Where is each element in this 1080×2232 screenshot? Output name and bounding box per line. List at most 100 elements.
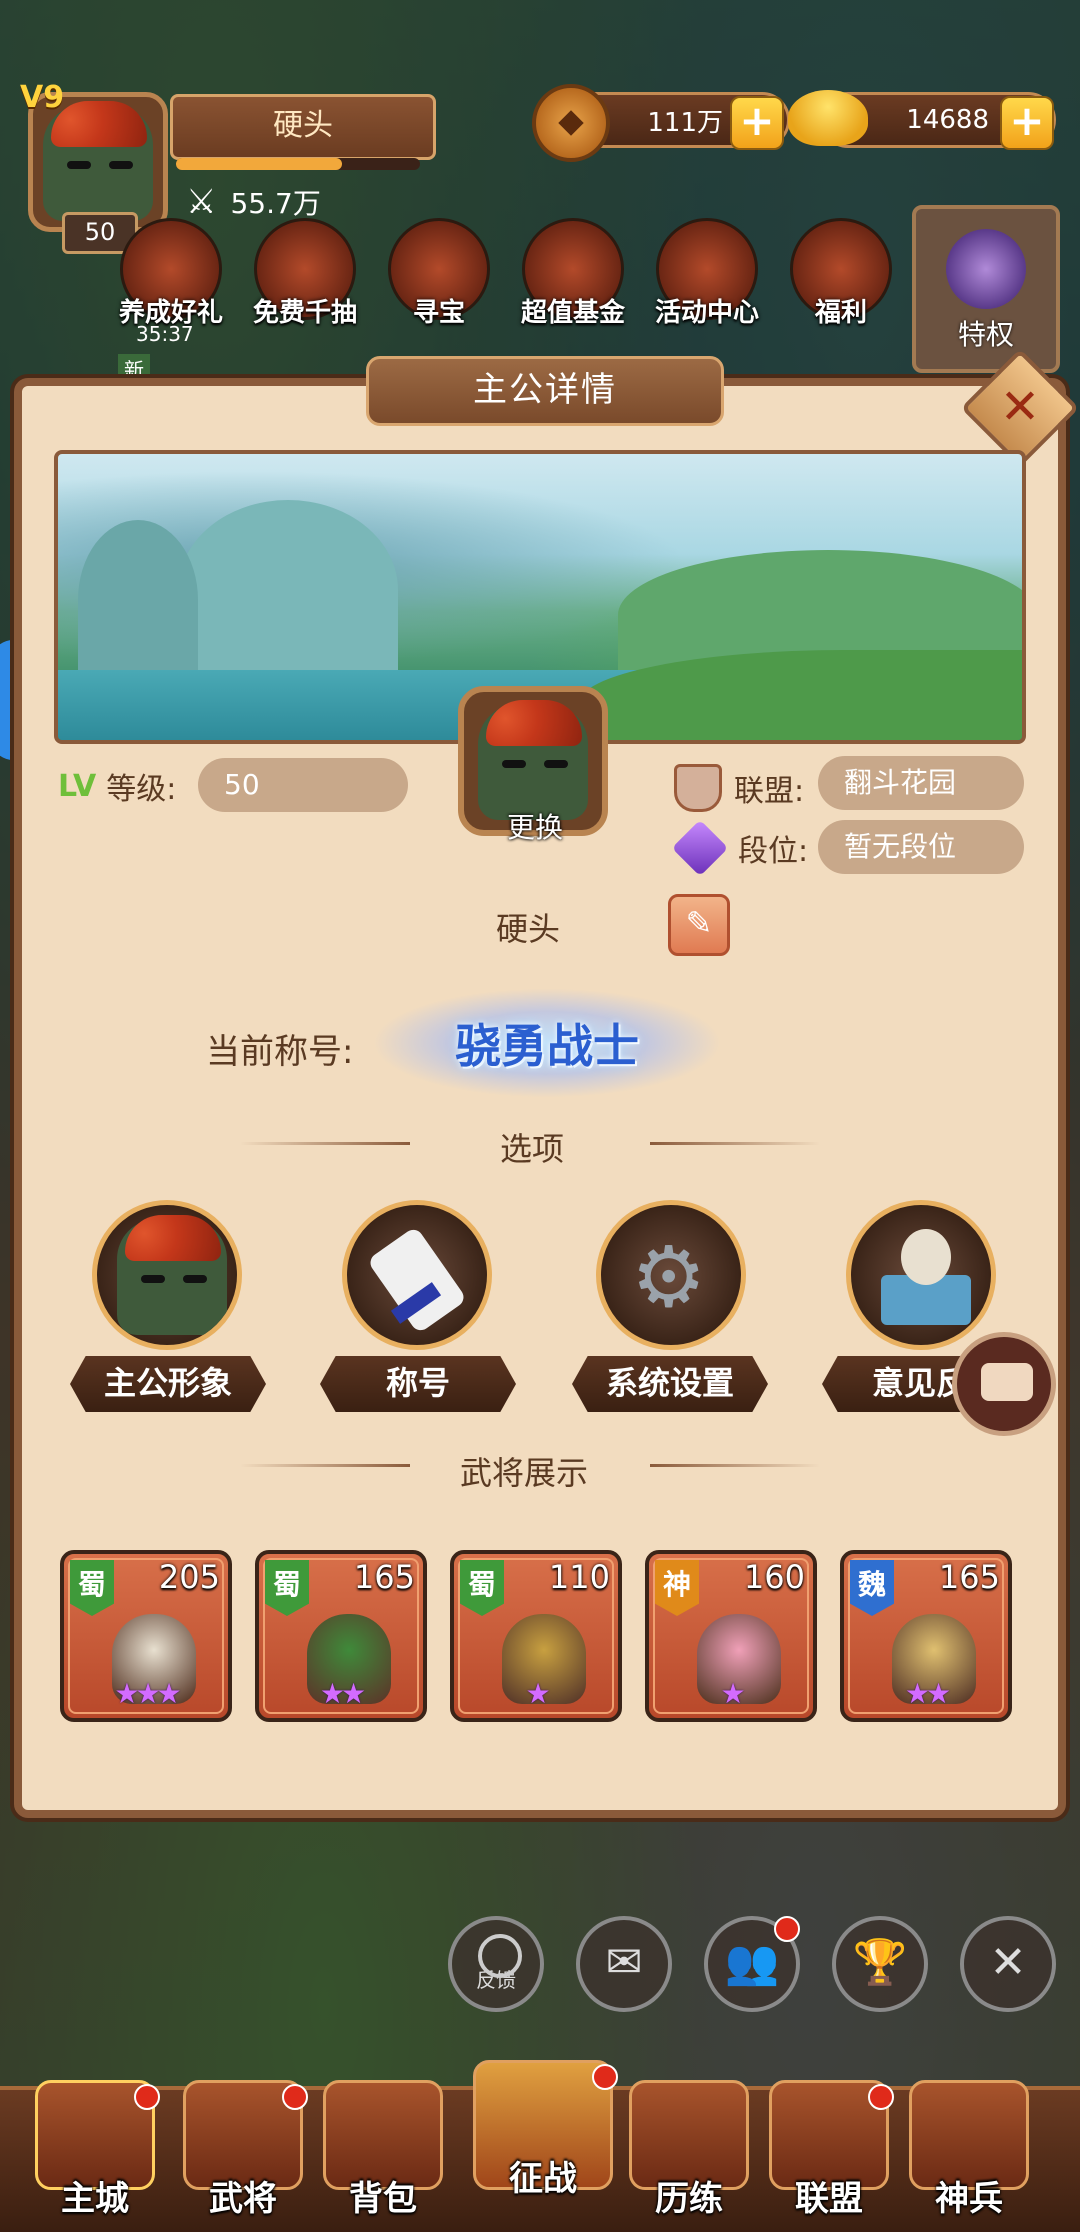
privilege-icon [946,229,1026,309]
hero-stars: ★ [720,1677,745,1710]
option-label[interactable]: 系统设置 [572,1356,768,1412]
top-button-4[interactable]: 活动中心 [644,218,770,329]
nav-label: 主城 [61,2179,129,2219]
top-button-label: 免费千抽 [252,298,357,328]
nav-backpack[interactable]: 背包 [318,2080,448,2220]
nav-alliance[interactable]: 联盟 [764,2080,894,2220]
nav-label: 历练 [655,2179,723,2219]
collapse-button[interactable]: ✕ [960,1916,1056,2012]
gold-value: 14688 [906,105,989,135]
sage-book-icon [846,1200,996,1350]
change-avatar-button[interactable]: 更换 [470,806,600,846]
mail-button[interactable]: ✉ [576,1916,672,2012]
lv-icon: LV [58,768,97,804]
copper-value: 111万 [647,107,723,138]
top-button-label: 福利 [814,298,867,328]
crossed-swords-icon: ⚔ [186,182,217,222]
options-section-title: 选项 [500,1130,565,1168]
gold-ingot-icon [788,90,868,146]
top-button-3[interactable]: 超值基金 [510,218,636,329]
hero-stars: ★★ [904,1677,951,1710]
hero-card[interactable]: 蜀 110 ★ [450,1550,622,1722]
top-button-0[interactable]: 养成好礼 [108,218,234,329]
alliance-value: 翻斗花园 [818,756,1024,810]
top-button-label: 超值基金 [520,298,625,328]
privilege-label: 特权 [957,318,1014,351]
alliance-label: 联盟: [734,774,805,809]
privilege-button[interactable]: 特权 [912,205,1060,373]
friends-icon: 👥 [724,1937,780,1988]
hero-card[interactable]: 神 160 ★ [645,1550,817,1722]
avatar-face [43,101,153,221]
edit-name-button[interactable]: ✎ [668,894,730,956]
nav-main-city[interactable]: 主城 [30,2080,160,2220]
add-gold-button[interactable]: + [1000,96,1054,150]
heroes-section-title: 武将展示 [460,1454,589,1492]
option-settings[interactable]: ⚙ [596,1200,746,1350]
hero-stars: ★★★ [114,1677,181,1710]
level-value: 50 [198,758,408,812]
add-copper-button[interactable]: + [730,96,784,150]
gear-icon: ⚙ [596,1200,746,1350]
chat-button[interactable] [952,1332,1056,1436]
exp-bar [176,158,420,170]
mail-icon: ✉ [605,1937,643,1988]
trophy-icon: 🏆 [852,1937,908,1988]
combat-power: ⚔ 55.7万 [186,182,321,222]
trophy-button[interactable]: 🏆 [832,1916,928,2012]
rank-value: 暂无段位 [818,820,1024,874]
alliance-row: 联盟: [674,764,804,812]
hero-card[interactable]: 魏 165 ★★ [840,1550,1012,1722]
chat-bubble-icon [981,1363,1033,1401]
nav-divine-weapon[interactable]: 神兵 [904,2080,1034,2220]
hero-level: 110 [548,1558,610,1596]
option-title[interactable] [342,1200,492,1350]
nav-label: 神兵 [935,2179,1003,2219]
headset-icon [478,1934,522,1978]
copper-coin-icon [532,84,610,162]
option-label[interactable]: 称号 [320,1356,516,1412]
alliance-shield-icon [674,764,722,812]
top-button-2[interactable]: 寻宝 [376,218,502,329]
hero-level: 165 [938,1558,1000,1596]
hero-card[interactable]: 蜀 205 ★★★ [60,1550,232,1722]
combat-power-value: 55.7万 [230,187,321,220]
gift-timer: 35:37 [136,322,194,346]
friends-button[interactable]: 👥 [704,1916,800,2012]
nav-training[interactable]: 历练 [624,2080,754,2220]
rank-gem-icon [671,819,729,877]
option-lord-image[interactable] [92,1200,242,1350]
nav-label: 武将 [209,2179,277,2219]
feedback-button[interactable]: 反馈 [448,1916,544,2012]
hero-card[interactable]: 蜀 165 ★★ [255,1550,427,1722]
rank-label: 段位: [738,834,809,869]
exp-bar-fill [176,158,342,170]
lord-portrait-icon [92,1200,242,1350]
avatar-face [478,700,588,820]
option-label[interactable]: 主公形象 [70,1356,266,1412]
nav-label: 背包 [349,2179,417,2219]
top-activity-row: 养成好礼 免费千抽 寻宝 超值基金 活动中心 福利 [108,218,904,329]
top-button-1[interactable]: 免费千抽 [242,218,368,329]
notification-dot [868,2084,894,2110]
divider-left [240,1142,410,1145]
nav-generals[interactable]: 武将 [178,2080,308,2220]
nav-label: 征战 [509,2159,577,2199]
notification-dot [134,2084,160,2110]
top-button-5[interactable]: 福利 [778,218,904,329]
current-title-label: 当前称号: [206,1032,354,1072]
divider-left [240,1464,410,1467]
close-icon: ✕ [989,1937,1027,1988]
bottom-round-buttons: 反馈 ✉ 👥 🏆 ✕ [448,1916,1056,2012]
nav-campaign[interactable]: 征战 [468,2060,618,2200]
level-row: LV 等级: [58,764,176,808]
hero-level: 205 [158,1558,220,1596]
option-feedback[interactable] [846,1200,996,1350]
nav-label: 联盟 [795,2179,863,2219]
notification-dot [592,2064,618,2090]
hero-showcase: 蜀 205 ★★★ 蜀 165 ★★ 蜀 110 ★ 神 160 ★ 魏 165 ★★ [60,1550,1012,1722]
rank-row: 段位: [671,819,809,877]
notification-dot [282,2084,308,2110]
top-button-label: 活动中心 [654,298,759,328]
level-label: 等级: [106,772,177,807]
